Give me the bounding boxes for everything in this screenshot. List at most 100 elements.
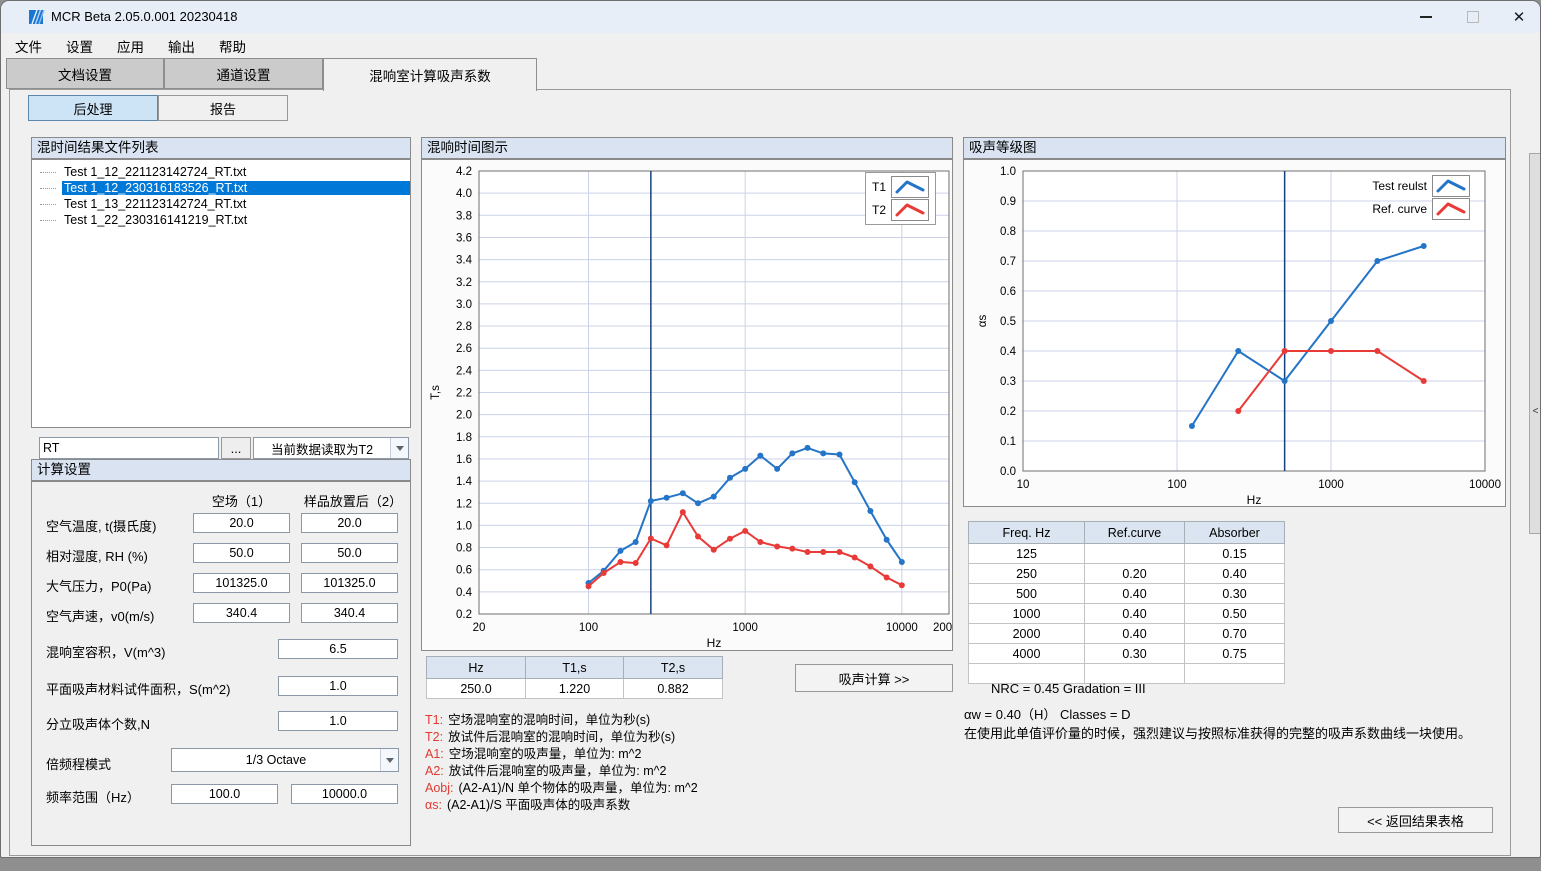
svg-text:1.4: 1.4 — [456, 476, 473, 488]
maximize-icon — [1467, 11, 1479, 23]
svg-text:20: 20 — [473, 622, 486, 634]
field-label-freq-range: 频率范围（Hz） — [46, 787, 140, 806]
data-source-combo[interactable]: 当前数据读取为T2 — [253, 437, 409, 459]
rt-value-table: HzT1,sT2,s250.01.2200.882 — [426, 656, 723, 699]
side-panel-handle[interactable]: < — [1529, 153, 1541, 534]
pressure-input-2[interactable] — [301, 573, 398, 593]
advice-text: 在使用此单值评价量的时候，强烈建议与按照标准获得的完整的吸声系数曲线一块使用。 — [964, 723, 1471, 742]
sound-speed-input-1[interactable] — [193, 603, 290, 623]
aw-result-text: αw = 0.40（H） Classes = D — [964, 704, 1130, 723]
back-to-results-button[interactable]: << 返回结果表格 — [1338, 807, 1493, 833]
field-label-humidity: 相对湿度, RH (%) — [46, 546, 148, 565]
grade-chart-header: 吸声等级图 — [963, 137, 1506, 159]
rt-chart[interactable]: 0.20.40.60.81.01.21.41.61.82.02.22.42.62… — [422, 160, 952, 650]
octave-mode-combo[interactable]: 1/3 Octave — [171, 748, 399, 772]
file-list[interactable]: Test 1_12_221123142724_RT.txtTest 1_12_2… — [31, 159, 411, 428]
sound-speed-input-2[interactable] — [301, 603, 398, 623]
chevron-down-icon[interactable] — [380, 749, 398, 771]
svg-text:20000: 20000 — [933, 622, 952, 634]
pressure-input-1[interactable] — [193, 573, 290, 593]
table-cell: 0.40 — [1185, 564, 1285, 584]
note-line: A2:放试件后混响室的吸声量，单位为: m^2 — [425, 760, 698, 777]
sample-area-input[interactable] — [278, 676, 398, 696]
tab-1[interactable]: 文档设置 — [6, 58, 164, 89]
chevron-down-icon[interactable] — [390, 438, 408, 458]
table-cell: 250.0 — [427, 679, 526, 699]
svg-text:αs: αs — [977, 315, 989, 328]
svg-text:2.8: 2.8 — [456, 321, 472, 333]
table-row: 2500.200.40 — [969, 564, 1285, 584]
menu-item-2[interactable]: 设置 — [54, 33, 105, 59]
freq-max-input[interactable] — [291, 784, 398, 804]
taskbar-strip — [0, 858, 1541, 871]
air-temp-input-2[interactable] — [301, 513, 398, 533]
column-header-with-sample: 样品放置后（2） — [301, 491, 405, 510]
table-row: 40000.300.75 — [969, 644, 1285, 664]
list-item[interactable]: Test 1_22_230316141219_RT.txt — [32, 212, 410, 228]
svg-text:0.4: 0.4 — [1000, 346, 1017, 358]
tab-3[interactable]: 混响室计算吸声系数 — [323, 58, 537, 91]
table-cell — [1085, 544, 1185, 564]
note-key: αs: — [425, 798, 442, 812]
table-row: 5000.400.30 — [969, 584, 1285, 604]
svg-text:1000: 1000 — [1318, 479, 1344, 491]
file-list-header: 混时间结果文件列表 — [31, 137, 411, 159]
tab-2[interactable]: 通道设置 — [164, 58, 323, 89]
absorption-calc-button[interactable]: 吸声计算 >> — [795, 664, 953, 692]
menu-item-1[interactable]: 文件 — [3, 33, 54, 59]
table-cell: 125 — [969, 544, 1085, 564]
list-item[interactable]: Test 1_12_221123142724_RT.txt — [32, 164, 410, 180]
table-header-cell: Freq. Hz — [969, 522, 1085, 544]
menu-item-4[interactable]: 输出 — [156, 33, 207, 59]
list-item[interactable]: Test 1_12_230316183526_RT.txt — [32, 180, 410, 196]
table-row: 1250.15 — [969, 544, 1285, 564]
freq-min-input[interactable] — [171, 784, 278, 804]
rt-table-wrap: HzT1,sT2,s250.01.2200.882 — [426, 656, 723, 699]
note-line: T1:空场混响室的混响时间，单位为秒(s) — [425, 709, 698, 726]
svg-text:10000: 10000 — [886, 622, 918, 634]
close-button[interactable]: ✕ — [1496, 1, 1541, 33]
note-text: (A2-A1)/N 单个物体的吸声量，单位为: m^2 — [459, 781, 698, 795]
svg-text:1000: 1000 — [732, 622, 758, 634]
column-header-empty-room: 空场（1） — [193, 491, 290, 510]
room-volume-input[interactable] — [278, 639, 398, 659]
minimize-button[interactable] — [1403, 1, 1449, 33]
minimize-icon — [1420, 16, 1432, 18]
rt-filename-input[interactable] — [39, 437, 219, 459]
legend-label: T2 — [872, 203, 886, 217]
table-row: 250.01.2200.882 — [427, 679, 723, 699]
absorber-count-input[interactable] — [278, 711, 398, 731]
legend-label: Test reulst — [1353, 179, 1427, 193]
svg-text:1.0: 1.0 — [456, 520, 472, 532]
table-header-cell: T2,s — [624, 657, 723, 679]
note-text: 放试件后混响室的吸声量，单位为: m^2 — [449, 764, 667, 778]
file-name: Test 1_13_221123142724_RT.txt — [62, 197, 246, 211]
svg-text:2.0: 2.0 — [456, 410, 472, 422]
table-cell: 4000 — [969, 644, 1085, 664]
air-temp-input-1[interactable] — [193, 513, 290, 533]
table-header-cell: T1,s — [526, 657, 624, 679]
maximize-button[interactable] — [1450, 1, 1496, 33]
window-title: MCR Beta 2.05.0.001 20230418 — [51, 9, 237, 24]
humidity-input-1[interactable] — [193, 543, 290, 563]
legend-item: T2 — [872, 200, 929, 220]
table-cell: 0.50 — [1185, 604, 1285, 624]
table-row: 20000.400.70 — [969, 624, 1285, 644]
list-item[interactable]: Test 1_13_221123142724_RT.txt — [32, 196, 410, 212]
menu-item-3[interactable]: 应用 — [105, 33, 156, 59]
table-cell: 0.75 — [1185, 644, 1285, 664]
note-key: A1: — [425, 747, 444, 761]
note-text: (A2-A1)/S 平面吸声体的吸声系数 — [447, 798, 630, 812]
note-text: 空场混响室的混响时间，单位为秒(s) — [448, 713, 650, 727]
svg-text:10: 10 — [1017, 479, 1030, 491]
svg-text:0.1: 0.1 — [1000, 436, 1016, 448]
table-header-cell: Ref.curve — [1085, 522, 1185, 544]
subtab-2[interactable]: 报告 — [158, 95, 288, 121]
subtab-1[interactable]: 后处理 — [28, 95, 158, 121]
svg-text:100: 100 — [579, 622, 598, 634]
note-line: A1:空场混响室的吸声量，单位为: m^2 — [425, 743, 698, 760]
humidity-input-2[interactable] — [301, 543, 398, 563]
svg-text:1.8: 1.8 — [456, 432, 472, 444]
browse-button[interactable]: ... — [221, 437, 251, 459]
menu-item-5[interactable]: 帮助 — [207, 33, 258, 59]
